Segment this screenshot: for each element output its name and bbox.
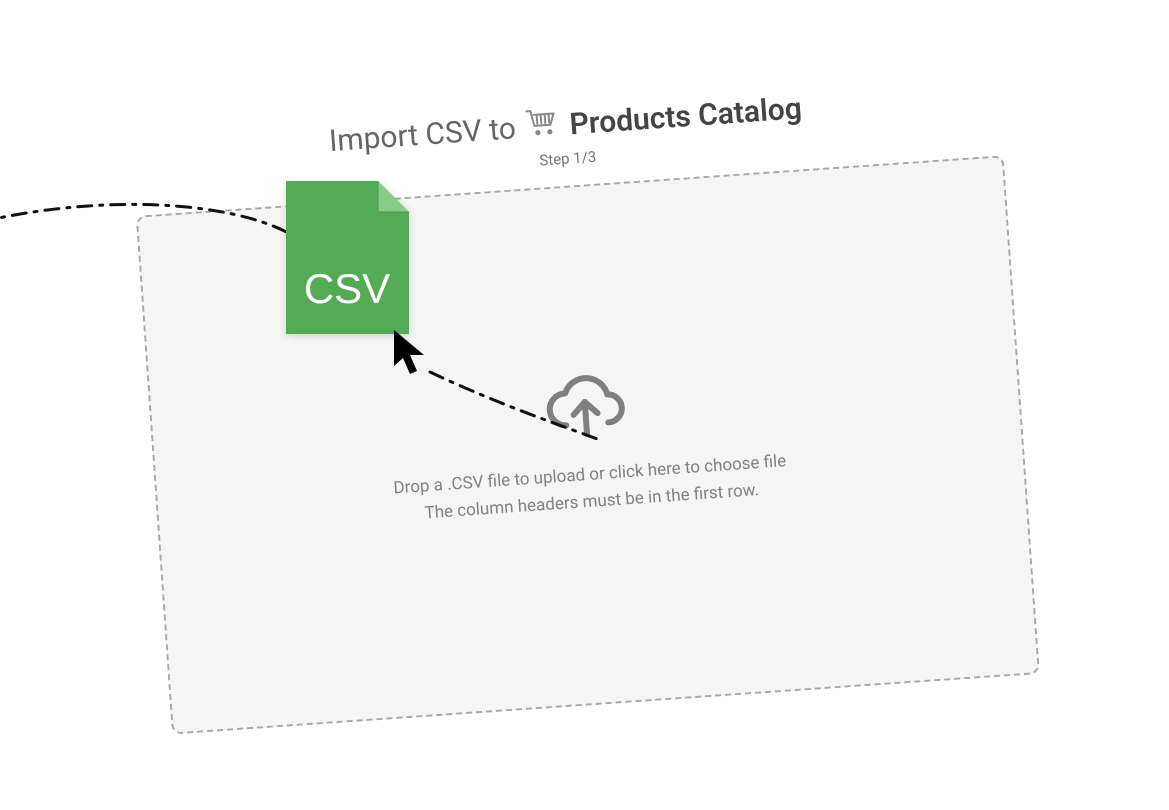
dragged-csv-file[interactable]: CSV — [280, 175, 415, 340]
csv-file-label: CSV — [304, 265, 390, 312]
catalog-name-text: Products Catalog — [568, 91, 802, 142]
csv-dropzone[interactable]: Drop a .CSV file to upload or click here… — [135, 155, 1039, 734]
mouse-cursor-icon — [390, 328, 430, 378]
title-prefix-text: Import CSV to — [327, 111, 516, 159]
shopping-cart-icon — [524, 106, 561, 146]
cloud-upload-icon — [538, 371, 631, 447]
